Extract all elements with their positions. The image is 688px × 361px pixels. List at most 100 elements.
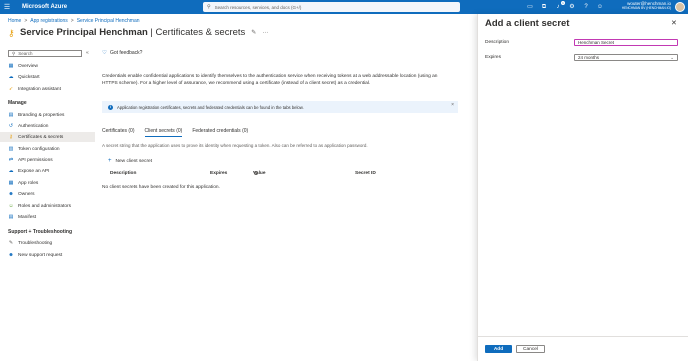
sidebar-item-label: Expose an API [18,168,50,174]
settings-gear-icon[interactable]: ⚙ [568,3,576,11]
sidebar-item-branding[interactable]: ▤ Branding & properties [0,110,95,120]
info-icon: i [108,104,113,110]
sidebar-item-label: Overview [18,63,38,69]
tab-certificates[interactable]: Certificates (0) [102,128,135,137]
notification-count-badge: 1 [561,1,565,5]
info-icon[interactable]: i [254,171,258,175]
panel-footer: Add Cancel [478,336,688,361]
sidebar-item-overview[interactable]: ▦ Overview [0,61,95,71]
collapse-sidebar-icon[interactable]: « [86,50,89,56]
sidebar-item-label: App roles [18,180,39,186]
sidebar-search-input[interactable]: ⚲ Search [8,50,82,57]
info-banner-text: Application registration certificates, s… [117,104,304,110]
sidebar-item-new-support-request[interactable]: ☻ New support request [0,250,95,260]
column-expires: Expires [210,171,228,176]
overview-icon: ▦ [8,63,14,69]
description-field[interactable]: Henchman Secret [574,39,678,46]
cancel-button[interactable]: Cancel [516,345,545,353]
sidebar-item-token-configuration[interactable]: ▥ Token configuration [0,144,95,154]
breadcrumb-service-principal[interactable]: Service Principal Henchman [77,18,140,24]
manifest-icon: ▤ [8,214,14,220]
sidebar-section-manage: Manage [8,100,27,106]
close-icon[interactable]: × [451,102,454,108]
owners-icon: ☻ [8,191,14,197]
sidebar-item-api-permissions[interactable]: ⇄ API permissions [0,155,95,165]
expires-value: 24 months [578,55,600,60]
sidebar-item-quickstart[interactable]: ☁ Quickstart [0,72,95,82]
sidebar-search-placeholder: Search [18,51,33,56]
expires-select[interactable]: 24 months ⌄ [574,54,678,61]
sidebar-item-label: Branding & properties [18,112,65,118]
sidebar-item-roles-admins[interactable]: ☺ Roles and administrators [0,201,95,211]
sidebar-item-owners[interactable]: ☻ Owners [0,189,95,199]
sidebar-item-label: Troubleshooting [18,240,53,246]
cloud-shell-icon[interactable]: ▭ [526,3,534,11]
sidebar-item-label: Roles and administrators [18,203,72,209]
sidebar-item-expose-api[interactable]: ☁ Expose an API [0,166,95,176]
top-icon-group: ▭ ⧉ ♪ 1 ⚙ ? ☺ [526,0,604,14]
tab-federated-credentials[interactable]: Federated credentials (0) [192,128,248,137]
new-client-secret-label: New client secret [115,158,153,164]
close-icon[interactable]: ✕ [671,19,677,27]
credential-tabs: Certificates (0) Client secrets (0) Fede… [102,128,248,137]
pin-icon[interactable]: ✎ [251,29,256,36]
sidebar-item-label: API permissions [18,157,53,163]
page-title: Service Principal Henchman | Certificate… [20,27,245,38]
sidebar-item-label: New support request [18,252,63,258]
permissions-icon: ⇄ [8,157,14,163]
branding-icon: ▤ [8,112,14,118]
sidebar-item-label: Integration assistant [18,86,61,92]
intro-text: Credentials enable confidential applicat… [102,74,438,86]
sidebar-item-integration-assistant[interactable]: ➶ Integration assistant [0,84,95,94]
sidebar-item-manifest[interactable]: ▤ Manifest [0,212,95,222]
search-icon: ⚲ [12,50,16,56]
info-banner: i Application registration certificates,… [102,101,458,113]
quickstart-icon: ☁ [8,74,14,80]
add-button[interactable]: Add [485,345,512,353]
page-title-sub: | Certificates & secrets [147,27,246,38]
sidebar-section-support: Support + Troubleshooting [8,229,73,235]
azure-brand-label[interactable]: Microsoft Azure [22,4,67,10]
sidebar-item-troubleshooting[interactable]: ✎ Troubleshooting [0,238,95,248]
wrench-icon: ✎ [8,240,14,246]
sidebar-item-label: Manifest [18,214,37,220]
tab-description: A secret string that the application use… [102,143,368,148]
help-icon[interactable]: ? [582,3,590,11]
notifications-bell-icon[interactable]: ♪ 1 [554,1,565,11]
sidebar-item-label: Quickstart [18,74,40,80]
sidebar-item-app-roles[interactable]: ▦ App roles [0,178,95,188]
more-options-icon[interactable]: ··· [262,30,268,36]
sidebar-item-authentication[interactable]: ↺ Authentication [0,121,95,131]
token-icon: ▥ [8,146,14,152]
new-client-secret-button[interactable]: + New client secret [108,158,152,164]
global-search-placeholder: Search resources, services, and docs (G+… [214,4,302,10]
search-icon: ⚲ [207,4,211,10]
global-search-input[interactable]: ⚲ Search resources, services, and docs (… [203,2,460,12]
account-info[interactable]: wouter@henchman.io HENCHMAN BV (HENCHMAN… [611,1,671,10]
key-icon: ⚷ [8,27,15,38]
column-description: Description [110,171,137,176]
secrets-table-header: Description Expires Value i Secret ID [102,171,458,179]
chevron-down-icon: ⌄ [670,55,674,60]
support-icon: ☻ [8,252,14,258]
tab-client-secrets[interactable]: Client secrets (0) [144,128,183,137]
directory-filter-icon[interactable]: ⧉ [540,3,548,11]
rocket-icon: ➶ [8,86,14,92]
plus-icon: + [108,158,112,164]
breadcrumb: Home > App registrations > Service Princ… [8,18,140,24]
feedback-person-icon[interactable]: ☺ [596,3,604,11]
authentication-icon: ↺ [8,123,14,129]
add-client-secret-panel: Add a client secret ✕ Description Henchm… [477,14,688,361]
avatar[interactable] [675,2,685,12]
column-secret-id: Secret ID [355,171,376,176]
feedback-link[interactable]: ♡ Got feedback? [102,50,142,56]
hamburger-menu-icon[interactable]: ☰ [0,0,14,14]
panel-title: Add a client secret [485,18,570,29]
roles-icon: ▦ [8,180,14,186]
sidebar: ⚲ Search « ▦ Overview ☁ Quickstart ➶ Int… [0,48,95,361]
breadcrumb-home[interactable]: Home [8,18,21,24]
breadcrumb-app-registrations[interactable]: App registrations [30,18,68,24]
sidebar-item-certificates-secrets[interactable]: ⚷ Certificates & secrets [0,132,95,142]
user-tenant: HENCHMAN BV (HENCHMAN.IO) [621,6,671,10]
top-navigation-bar: ☰ Microsoft Azure ⚲ Search resources, se… [0,0,688,14]
